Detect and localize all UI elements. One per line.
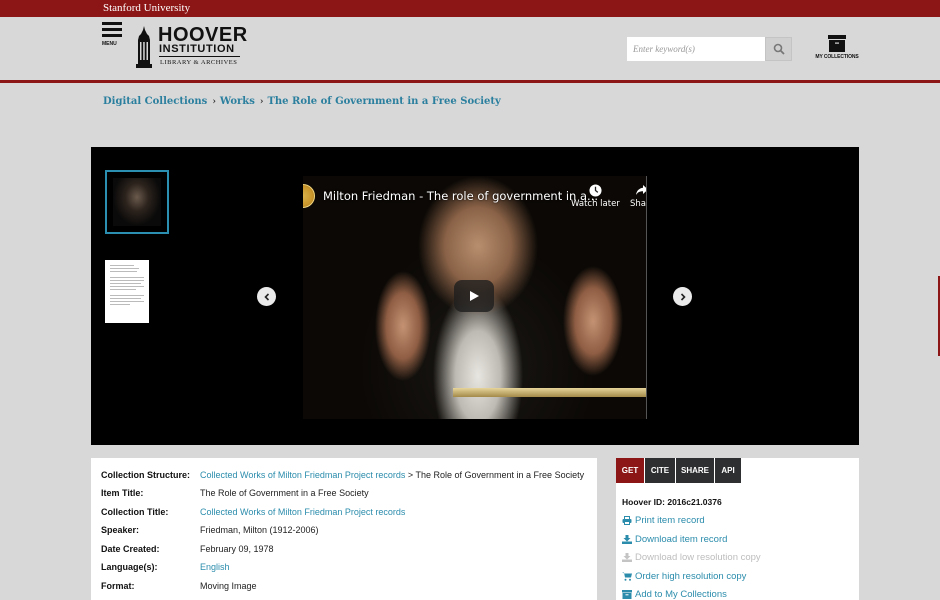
thumbnail-document[interactable] [105, 260, 149, 323]
tab-cite[interactable]: CITE [645, 458, 675, 483]
breadcrumb-separator: › [259, 97, 264, 107]
search-bar [627, 37, 792, 61]
university-bar: Stanford University [0, 0, 940, 17]
chevron-left-icon [263, 292, 269, 301]
detail-key: Language(s): [101, 562, 158, 572]
language-link[interactable]: English [200, 562, 230, 572]
detail-key: Format: [101, 581, 135, 591]
share-label: Share [630, 199, 647, 209]
video-player[interactable]: Milton Friedman - The role of government… [303, 176, 647, 419]
detail-value: February 09, 1978 [200, 544, 274, 554]
clock-icon [589, 184, 602, 197]
doc-line [110, 280, 144, 281]
detail-value: Friedman, Milton (1912-2006) [200, 525, 319, 535]
video-podium [453, 388, 647, 397]
logo-line-library: LIBRARY & ARCHIVES [160, 59, 238, 66]
my-collections-button[interactable]: MY COLLECTIONS [812, 35, 862, 63]
print-item-record-label: Print item record [635, 515, 705, 526]
detail-key: Item Title: [101, 488, 144, 498]
download-item-record-label: Download item record [635, 534, 728, 545]
hamburger-icon [102, 22, 122, 25]
breadcrumb-works[interactable]: Works [220, 96, 255, 107]
detail-value: Collected Works of Milton Friedman Proje… [200, 507, 405, 517]
watch-later-button[interactable]: Watch later [571, 184, 620, 209]
hoover-tower-icon [136, 26, 152, 68]
video-edge [646, 176, 647, 419]
chevron-right-icon [680, 292, 686, 301]
add-to-my-collections-label: Add to My Collections [635, 589, 727, 600]
thumbnail-video[interactable] [105, 170, 169, 234]
download-icon [622, 553, 632, 562]
breadcrumb: Digital Collections › Works › The Role of Go… [103, 96, 501, 107]
tab-api[interactable]: API [715, 458, 741, 483]
doc-line [110, 283, 141, 284]
search-input[interactable] [627, 37, 765, 61]
archive-box-icon [622, 590, 632, 599]
collection-structure-suffix: > The Role of Government in a Free Socie… [405, 470, 585, 480]
item-details: Collection Structure: Collected Works of… [91, 458, 597, 600]
watch-later-label: Watch later [571, 199, 620, 209]
detail-value: Moving Image [200, 581, 257, 591]
collection-structure-link[interactable]: Collected Works of Milton Friedman Proje… [200, 470, 405, 480]
download-low-res-label: Download low resolution copy [635, 552, 761, 563]
search-icon [773, 43, 785, 55]
doc-line [110, 304, 131, 305]
detail-value: English [200, 562, 230, 572]
doc-line [110, 277, 144, 278]
tab-get[interactable]: GET [616, 458, 644, 483]
archive-box-icon [828, 35, 846, 52]
doc-line [110, 265, 134, 266]
detail-key: Speaker: [101, 525, 140, 535]
doc-line [110, 268, 139, 269]
thumbnail-video-image [113, 178, 161, 226]
header-divider [0, 80, 940, 83]
doc-line [110, 295, 144, 296]
add-to-my-collections-link[interactable]: Add to My Collections [622, 589, 727, 600]
next-button[interactable] [673, 287, 692, 306]
breadcrumb-current-item[interactable]: The Role of Government in a Free Society [267, 96, 500, 107]
detail-key: Date Created: [101, 544, 160, 554]
hamburger-icon-bar [102, 34, 122, 37]
tab-share[interactable]: SHARE [676, 458, 714, 483]
detail-value: The Role of Government in a Free Society [200, 488, 369, 498]
hoover-id: Hoover ID: 2016c21.0376 [622, 497, 722, 507]
print-item-record-link[interactable]: Print item record [622, 515, 705, 526]
breadcrumb-separator: › [212, 97, 216, 107]
download-icon [622, 535, 632, 544]
search-button[interactable] [765, 37, 792, 61]
my-collections-label: MY COLLECTIONS [815, 54, 859, 60]
breadcrumb-digital-collections[interactable]: Digital Collections [103, 96, 207, 107]
video-title[interactable]: Milton Friedman - The role of government… [323, 189, 598, 203]
media-viewer: Milton Friedman - The role of government… [91, 147, 859, 445]
cart-icon [622, 572, 632, 581]
menu-label: MENU [102, 41, 117, 47]
doc-line [110, 271, 138, 272]
menu-button[interactable]: MENU [102, 22, 124, 52]
collection-title-link[interactable]: Collected Works of Milton Friedman Proje… [200, 507, 405, 517]
detail-value: Collected Works of Milton Friedman Proje… [200, 470, 584, 480]
logo-line-institution: INSTITUTION [159, 43, 235, 55]
hoover-logo[interactable]: HOOVER INSTITUTION LIBRARY & ARCHIVES [134, 24, 247, 68]
doc-line [110, 301, 144, 302]
order-high-res-link[interactable]: Order high resolution copy [622, 571, 746, 582]
download-item-record-link[interactable]: Download item record [622, 534, 727, 545]
play-icon [470, 291, 479, 301]
hamburger-icon-bar [102, 28, 122, 31]
university-link[interactable]: Stanford University [103, 2, 190, 14]
detail-key: Collection Structure: [101, 470, 191, 480]
detail-key: Collection Title: [101, 507, 169, 517]
prev-button[interactable] [257, 287, 276, 306]
item-actions-panel: GET CITE SHARE API Hoover ID: 2016c21.03… [616, 458, 859, 600]
play-button[interactable] [454, 280, 494, 312]
doc-line [110, 289, 136, 290]
print-icon [622, 516, 632, 525]
doc-line [110, 298, 142, 299]
order-high-res-label: Order high resolution copy [635, 571, 747, 582]
action-tabs: GET CITE SHARE API [616, 458, 742, 483]
doc-line [110, 286, 144, 287]
logo-rule [159, 56, 240, 57]
download-low-res-link: Download low resolution copy [622, 552, 761, 563]
share-button[interactable]: Share [630, 184, 647, 209]
